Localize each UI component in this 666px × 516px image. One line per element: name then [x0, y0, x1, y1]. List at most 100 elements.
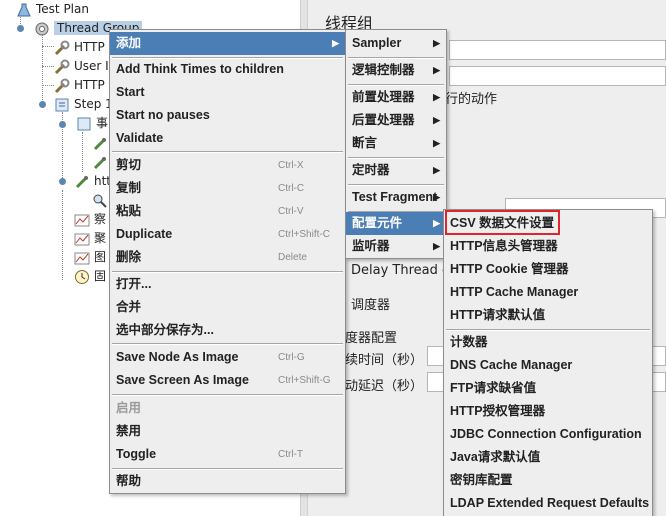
- shortcut-label: Ctrl+Shift-C: [278, 229, 330, 240]
- expand-handle[interactable]: [39, 101, 46, 108]
- submenu-arrow-icon: ▶: [433, 165, 440, 175]
- context-menu: 添加 ▶ Add Think Times to children Start S…: [109, 29, 346, 494]
- name-field[interactable]: [449, 40, 666, 60]
- tree-node-user[interactable]: User I: [54, 57, 109, 75]
- menu-item-label: 粘贴: [116, 204, 142, 218]
- menu-item-add[interactable]: 添加 ▶: [110, 32, 345, 55]
- shortcut-label: Ctrl-T: [278, 449, 303, 460]
- menu-item-label: Toggle: [116, 447, 157, 461]
- tree-node-timer[interactable]: 固: [74, 267, 106, 285]
- menu-item-copy[interactable]: 复制 Ctrl-C: [110, 177, 345, 200]
- menu-item-cut[interactable]: 剪切 Ctrl-X: [110, 154, 345, 177]
- menu-item-disable[interactable]: 禁用: [110, 420, 345, 443]
- menu-item-http-request-defaults[interactable]: HTTP请求默认值: [444, 304, 652, 327]
- menu-item-save-screen-image[interactable]: Save Screen As Image Ctrl+Shift-G: [110, 369, 345, 392]
- menu-item-label: Sampler: [352, 36, 402, 50]
- menu-separator: [112, 343, 343, 345]
- menu-item-label: 计数器: [450, 335, 488, 349]
- menu-item-config-element[interactable]: 配置元件 ▶: [346, 212, 446, 235]
- submenu-arrow-icon: ▶: [433, 138, 440, 148]
- shortcut-label: Delete: [278, 252, 307, 263]
- tree-node-http-sampler[interactable]: htt: [74, 172, 111, 190]
- tree-node-listener-1[interactable]: 察: [74, 210, 106, 228]
- menu-item-add-think-times[interactable]: Add Think Times to children: [110, 58, 345, 81]
- menu-item-logic-controller[interactable]: 逻辑控制器 ▶: [346, 59, 446, 82]
- shortcut-label: Ctrl-V: [278, 206, 304, 217]
- menu-item-test-fragment[interactable]: Test Fragment ▶: [346, 186, 446, 209]
- menu-item-label: 后置处理器: [352, 113, 415, 127]
- menu-item-label: 合并: [116, 300, 142, 314]
- menu-item-label: DNS Cache Manager: [450, 358, 573, 372]
- startup-delay-label: 动延迟（秒）: [345, 379, 424, 394]
- menu-item-post-processors[interactable]: 后置处理器 ▶: [346, 109, 446, 132]
- menu-item-dns-cache-manager[interactable]: DNS Cache Manager: [444, 354, 652, 377]
- tree-line: [42, 34, 43, 106]
- tree-line: [42, 85, 54, 86]
- wrench-icon: [54, 40, 70, 56]
- menu-item-pre-processors[interactable]: 前置处理器 ▶: [346, 86, 446, 109]
- shortcut-label: Ctrl-C: [278, 183, 305, 194]
- tree-node-step[interactable]: Step 1: [54, 95, 113, 113]
- comments-field[interactable]: [449, 66, 666, 86]
- menu-item-start[interactable]: Start: [110, 81, 345, 104]
- menu-item-keystore-config[interactable]: 密钥库配置: [444, 469, 652, 492]
- tree-node-http-2[interactable]: HTTP: [54, 76, 105, 94]
- pipette-icon: [92, 155, 108, 171]
- tree-line: [42, 46, 54, 47]
- menu-item-counter[interactable]: 计数器: [444, 331, 652, 354]
- submenu-arrow-icon: ▶: [433, 115, 440, 125]
- menu-item-merge[interactable]: 合并: [110, 296, 345, 319]
- menu-item-open[interactable]: 打开...: [110, 273, 345, 296]
- pipette-icon: [74, 174, 90, 190]
- scheduler-label: 调度器: [351, 298, 391, 313]
- tree-node-label: 事: [96, 116, 109, 130]
- test-plan-icon: [16, 2, 32, 18]
- shortcut-label: Ctrl+Shift-G: [278, 375, 331, 386]
- expand-handle[interactable]: [17, 25, 24, 32]
- expand-handle[interactable]: [59, 178, 66, 185]
- menu-item-http-cache-manager[interactable]: HTTP Cache Manager: [444, 281, 652, 304]
- tree-line: [82, 132, 83, 172]
- menu-item-paste[interactable]: 粘贴 Ctrl-V: [110, 200, 345, 223]
- shortcut-label: Ctrl-G: [278, 352, 305, 363]
- menu-item-ldap-extended-defaults[interactable]: LDAP Extended Request Defaults: [444, 492, 652, 515]
- tree-node-label: 固: [94, 269, 107, 283]
- menu-separator: [112, 151, 343, 153]
- menu-item-http-header-manager[interactable]: HTTP信息头管理器: [444, 235, 652, 258]
- menu-item-label: HTTP Cache Manager: [450, 285, 579, 299]
- add-submenu: Sampler ▶ 逻辑控制器 ▶ 前置处理器 ▶ 后置处理器 ▶ 断言 ▶ 定时器 ▶ T…: [345, 29, 447, 259]
- tree-node-http-1[interactable]: HTTP: [54, 38, 105, 56]
- menu-item-delete[interactable]: 删除 Delete: [110, 246, 345, 269]
- menu-item-jdbc-connection[interactable]: JDBC Connection Configuration: [444, 423, 652, 446]
- menu-item-label: HTTP请求默认值: [450, 308, 546, 322]
- action-section-label: 行的动作: [445, 92, 498, 107]
- menu-item-timer[interactable]: 定时器 ▶: [346, 159, 446, 182]
- menu-item-save-selection[interactable]: 选中部分保存为...: [110, 319, 345, 342]
- pipette-icon: [92, 136, 108, 152]
- controller-icon: [76, 116, 92, 132]
- tree-node-listener-2[interactable]: 聚: [74, 229, 106, 247]
- tree-node-transaction[interactable]: 事: [76, 114, 108, 132]
- menu-item-label: Save Screen As Image: [116, 373, 249, 387]
- menu-item-http-auth-manager[interactable]: HTTP授权管理器: [444, 400, 652, 423]
- menu-item-java-defaults[interactable]: Java请求默认值: [444, 446, 652, 469]
- menu-item-toggle[interactable]: Toggle Ctrl-T: [110, 443, 345, 466]
- menu-item-start-no-pauses[interactable]: Start no pauses: [110, 104, 345, 127]
- menu-item-listener[interactable]: 监听器 ▶: [346, 235, 446, 258]
- menu-item-validate[interactable]: Validate: [110, 127, 345, 150]
- menu-item-label: 帮助: [116, 474, 142, 488]
- menu-item-label: HTTP Cookie 管理器: [450, 262, 569, 276]
- menu-item-label: Add Think Times to children: [116, 62, 284, 76]
- menu-item-http-cookie-manager[interactable]: HTTP Cookie 管理器: [444, 258, 652, 281]
- tree-node-test-plan[interactable]: Test Plan: [16, 0, 89, 18]
- menu-item-help[interactable]: 帮助: [110, 470, 345, 493]
- menu-item-ftp-defaults[interactable]: FTP请求缺省值: [444, 377, 652, 400]
- menu-item-duplicate[interactable]: Duplicate Ctrl+Shift-C: [110, 223, 345, 246]
- expand-handle[interactable]: [59, 121, 66, 128]
- menu-item-save-node-image[interactable]: Save Node As Image Ctrl-G: [110, 346, 345, 369]
- menu-item-sampler[interactable]: Sampler ▶: [346, 32, 446, 55]
- tree-node-listener-3[interactable]: 图: [74, 248, 106, 266]
- submenu-arrow-icon: ▶: [433, 241, 440, 251]
- highlight-annotation-box: [445, 210, 560, 235]
- menu-item-assertions[interactable]: 断言 ▶: [346, 132, 446, 155]
